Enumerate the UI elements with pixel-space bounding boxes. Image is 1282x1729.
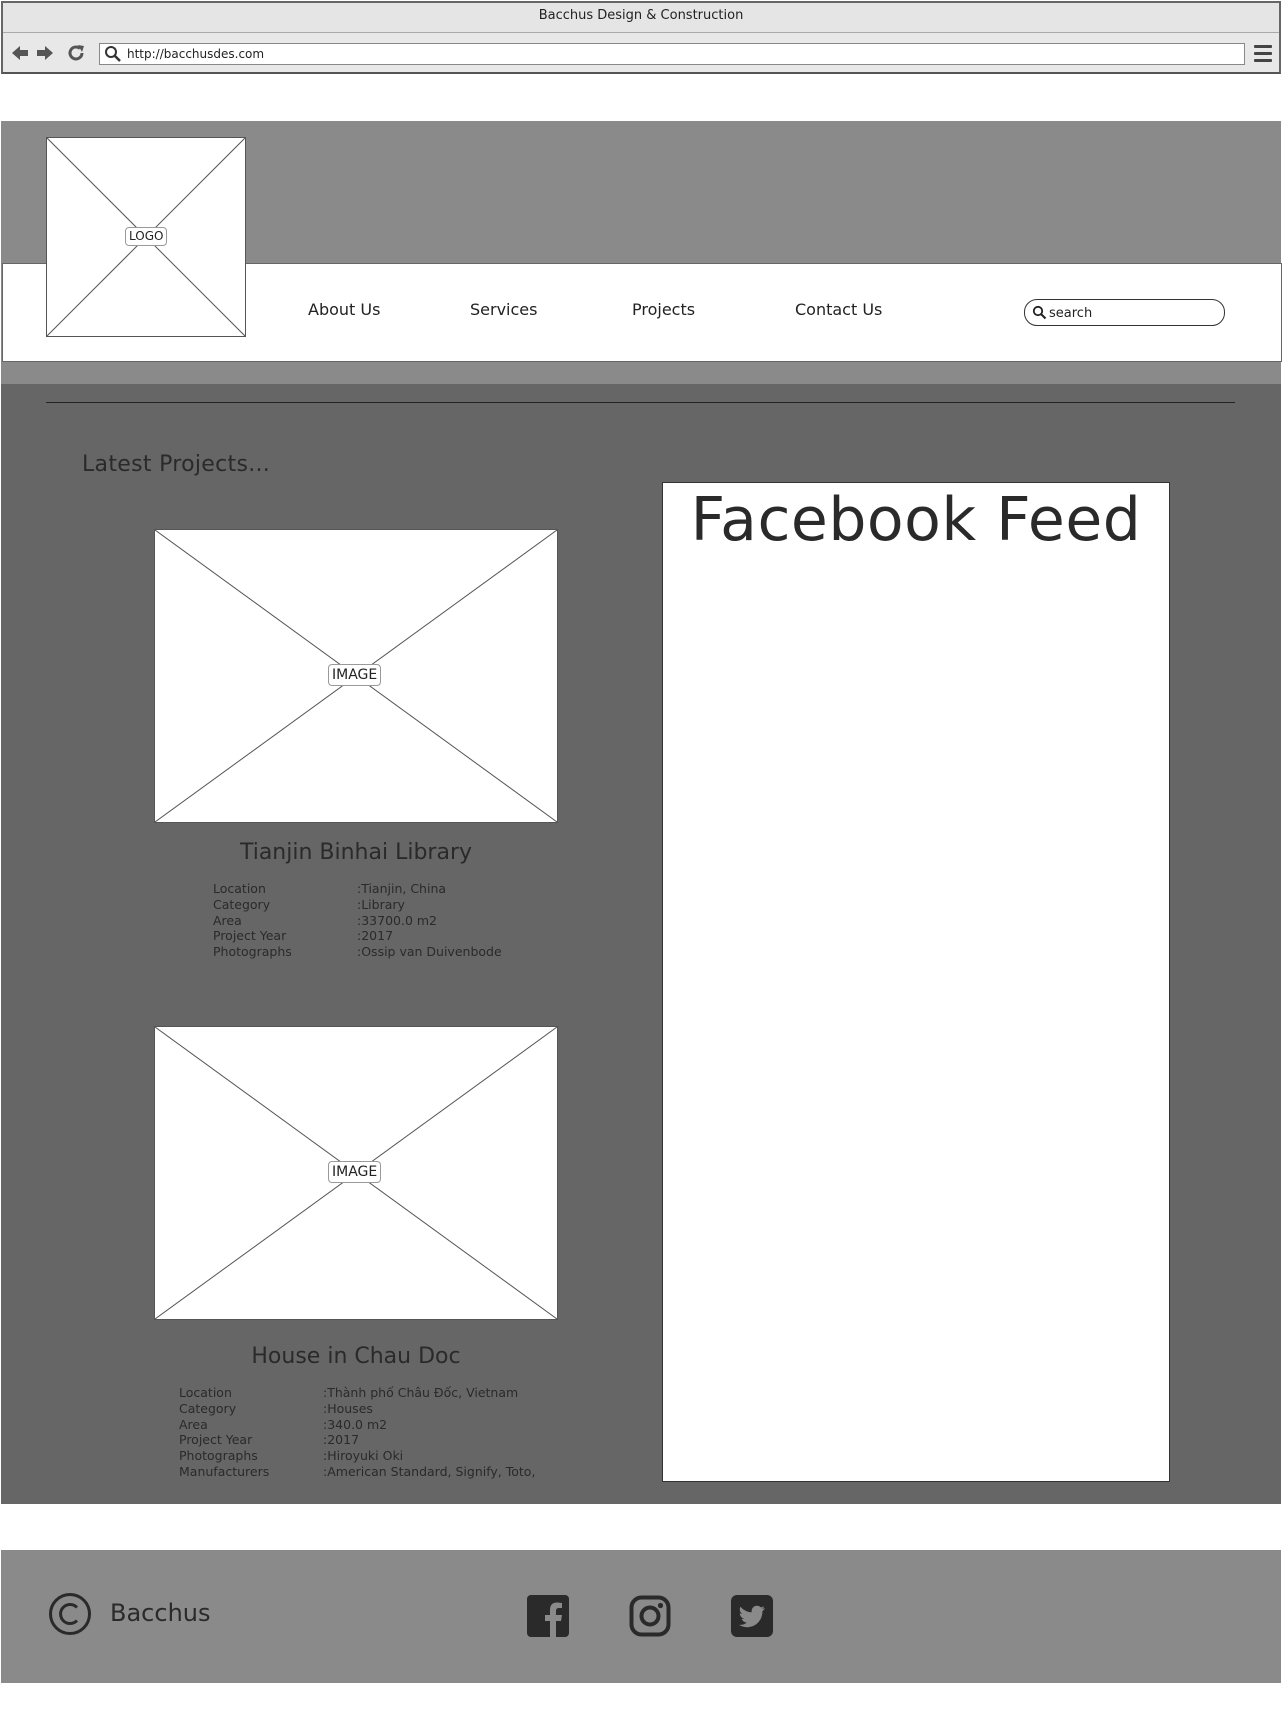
logo-placeholder[interactable]: LOGO	[46, 137, 246, 337]
spec-label: Location	[179, 1385, 232, 1400]
spec-value: :340.0 m2	[323, 1416, 388, 1432]
forward-arrow-icon[interactable]	[34, 42, 56, 64]
project-image[interactable]: IMAGE	[154, 529, 558, 823]
twitter-icon[interactable]	[731, 1595, 773, 1637]
latest-projects-heading: Latest Projects...	[82, 452, 271, 477]
search-box[interactable]	[1024, 299, 1225, 326]
search-input[interactable]	[1049, 303, 1217, 323]
instagram-icon[interactable]	[629, 1595, 671, 1637]
spec-value: :Ossip van Duivenbode	[357, 944, 502, 960]
facebook-icon[interactable]	[527, 1595, 569, 1637]
project-specs: Location :Tianjin, China Category :Libra…	[213, 881, 553, 961]
spec-label: Photographs	[213, 944, 292, 960]
menu-icon[interactable]	[1254, 45, 1272, 63]
spec-label: Project Year	[213, 928, 287, 944]
image-label: IMAGE	[328, 1161, 382, 1183]
search-icon	[1032, 305, 1047, 320]
back-arrow-icon[interactable]	[9, 42, 31, 64]
spec-value: :Library	[357, 896, 405, 912]
copyright-icon	[48, 1592, 92, 1636]
project-specs: Location :Thành phố Châu Đốc, Vietnam Ca…	[179, 1385, 559, 1481]
spec-label: Manufacturers	[179, 1464, 270, 1479]
browser-window: Bacchus Design & Construction http://bac…	[1, 1, 1281, 74]
spec-value: :Houses	[323, 1400, 373, 1416]
spec-label: Category	[213, 896, 271, 912]
spec-label: Project Year	[179, 1432, 253, 1448]
nav-services[interactable]: Services	[470, 300, 537, 319]
spec-label: Area	[179, 1416, 208, 1432]
spec-label: Area	[213, 912, 242, 928]
facebook-feed-panel[interactable]: Facebook Feed	[662, 482, 1170, 1482]
nav-contact-us[interactable]: Contact Us	[795, 300, 882, 319]
image-label: IMAGE	[328, 664, 382, 686]
project-title: House in Chau Doc	[251, 1344, 461, 1369]
address-bar[interactable]: http://bacchusdes.com	[99, 43, 1245, 65]
nav-about-us[interactable]: About Us	[308, 300, 380, 319]
reload-icon[interactable]	[65, 42, 87, 64]
footer-brand: Bacchus	[110, 1599, 211, 1627]
spec-value: :Tianjin, China	[357, 881, 447, 896]
facebook-feed-title: Facebook Feed	[690, 485, 1142, 555]
spec-value: :2017	[323, 1432, 360, 1448]
spec-value: :Hiroyuki Oki	[323, 1448, 404, 1464]
spec-value: :2017	[357, 928, 394, 944]
browser-toolbar: http://bacchusdes.com	[3, 33, 1279, 72]
spec-value: :33700.0 m2	[357, 912, 438, 928]
spec-label: Category	[179, 1400, 237, 1416]
divider	[46, 402, 1235, 403]
spec-label: Location	[213, 881, 266, 896]
project-title: Tianjin Binhai Library	[239, 840, 473, 865]
project-image[interactable]: IMAGE	[154, 1026, 558, 1320]
spec-value: :American Standard, Signify, Toto,	[323, 1464, 536, 1479]
search-icon	[105, 46, 121, 62]
logo-label: LOGO	[125, 227, 168, 246]
window-title: Bacchus Design & Construction	[3, 3, 1279, 33]
nav-projects[interactable]: Projects	[632, 300, 695, 319]
spec-label: Photographs	[179, 1448, 258, 1464]
spec-value: :Thành phố Châu Đốc, Vietnam	[323, 1385, 519, 1400]
url-text: http://bacchusdes.com	[127, 47, 265, 61]
